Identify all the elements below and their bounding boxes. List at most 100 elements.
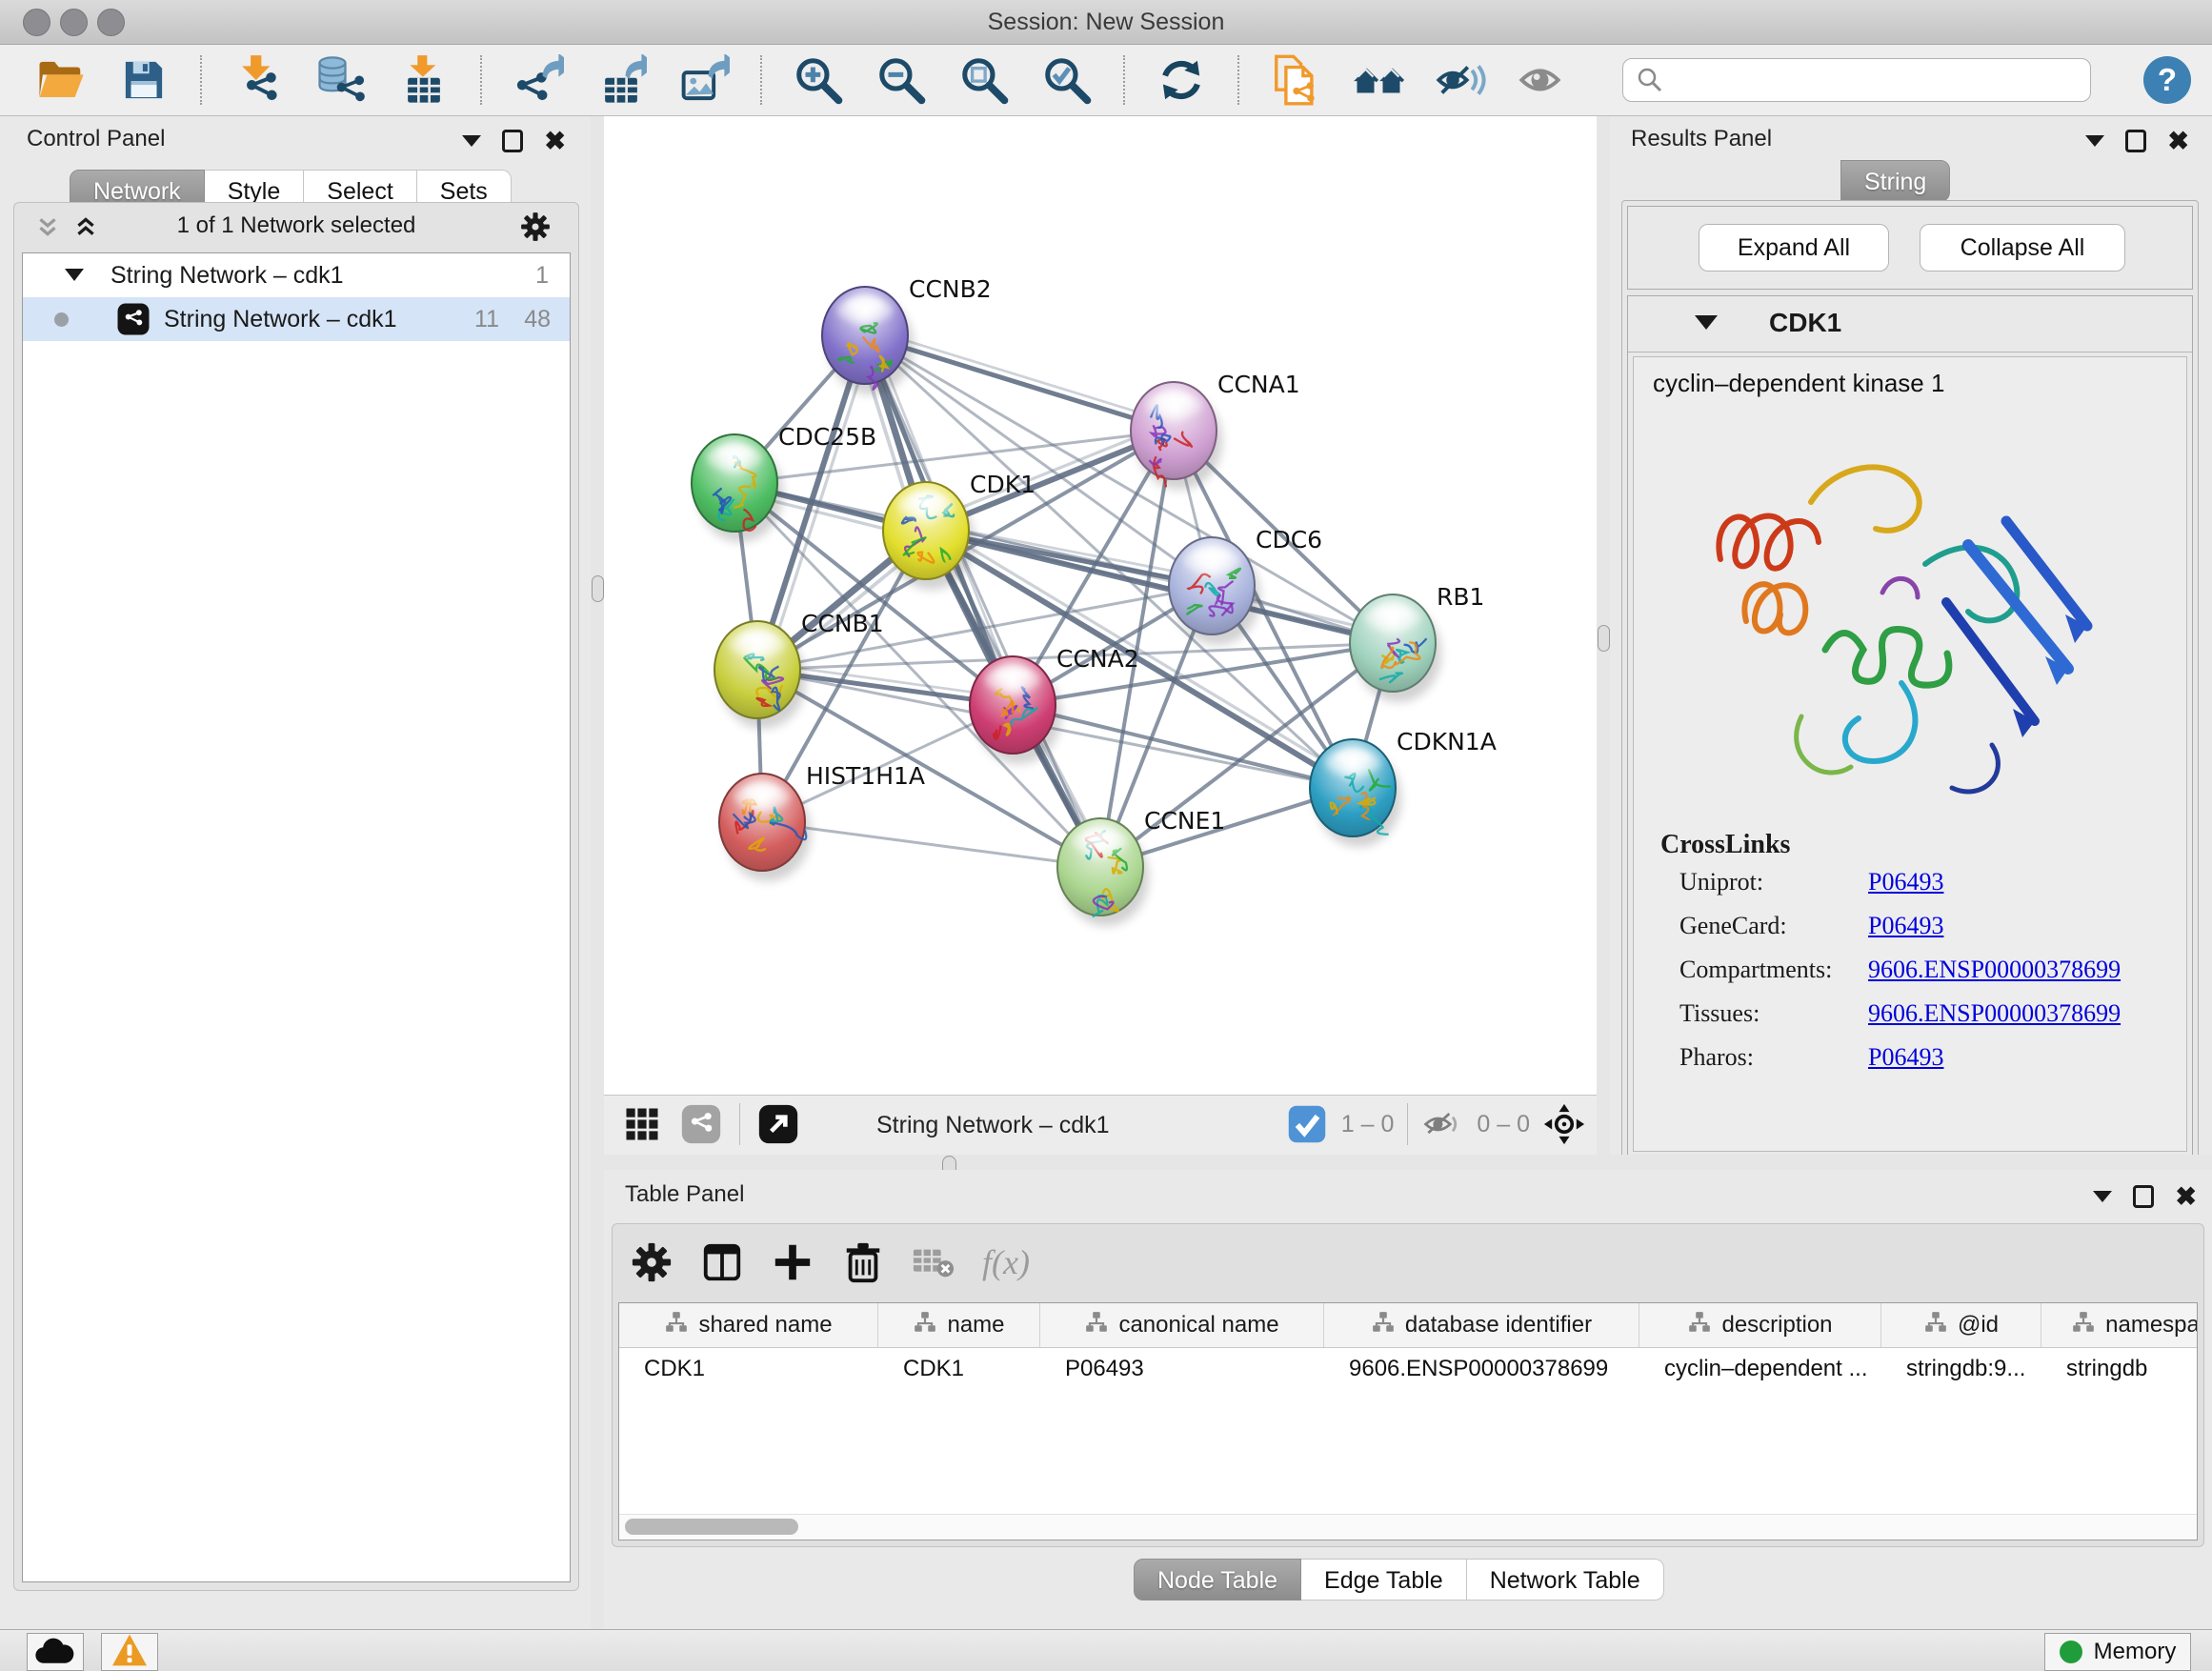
section-collapse-icon[interactable]	[1695, 315, 1718, 330]
show-columns-icon[interactable]	[700, 1240, 744, 1284]
crosslink-label: Uniprot:	[1679, 868, 1763, 896]
import-network-from-file-icon[interactable]	[231, 53, 285, 107]
column-header-@id[interactable]: @id	[1881, 1303, 2041, 1347]
expand-all-button[interactable]: Expand All	[1699, 224, 1889, 272]
selected-checkbox-icon[interactable]	[1286, 1103, 1328, 1145]
network-tree-item-row[interactable]: String Network – cdk1 11 48	[23, 297, 570, 341]
birdseye-view-icon[interactable]	[1543, 1103, 1585, 1145]
table-cell[interactable]: P06493	[1040, 1348, 1324, 1390]
import-network-from-database-icon[interactable]	[314, 53, 368, 107]
memory-button[interactable]: Memory	[2044, 1633, 2191, 1671]
protein-section-header[interactable]: CDK1	[1628, 296, 2192, 352]
zoom-in-icon[interactable]	[792, 53, 845, 107]
column-header-name[interactable]: name	[878, 1303, 1040, 1347]
network-node-CCNB1[interactable]: CCNB1	[714, 610, 884, 729]
export-network-icon[interactable]	[512, 53, 565, 107]
network-canvas[interactable]: CCNB2CCNA1CDC25BCDK1CDC6RB1CCNB1CCNA2CDK…	[604, 116, 1597, 1096]
export-image-icon[interactable]	[677, 53, 731, 107]
save-session-icon[interactable]	[117, 53, 171, 107]
tree-collapse-icon[interactable]	[65, 269, 84, 281]
search-input[interactable]	[1622, 58, 2091, 102]
table-cell[interactable]: stringdb:9...	[1881, 1348, 2041, 1390]
results-close-icon[interactable]: ✖	[2167, 131, 2189, 151]
left-splitter-handle[interactable]	[592, 575, 604, 602]
add-column-icon[interactable]	[771, 1240, 814, 1284]
results-menu-icon[interactable]	[2085, 135, 2104, 147]
network-node-CCNB2[interactable]: CCNB2	[822, 275, 992, 394]
network-node-HIST1H1A[interactable]: HIST1H1A	[719, 762, 925, 881]
crosslink-link[interactable]: 9606.ENSP00000378699	[1868, 999, 2121, 1028]
network-node-CDKN1A[interactable]: CDKN1A	[1310, 728, 1497, 847]
open-session-icon[interactable]	[34, 53, 88, 107]
string-enhance-icon[interactable]	[1435, 53, 1488, 107]
network-edge[interactable]	[762, 822, 1100, 867]
right-splitter-handle[interactable]	[1598, 625, 1610, 652]
table-hscrollbar[interactable]	[619, 1514, 2197, 1540]
detach-view-icon[interactable]	[757, 1103, 799, 1145]
export-table-icon[interactable]	[594, 53, 648, 107]
string-query-icon[interactable]	[1269, 53, 1322, 107]
table-row[interactable]: CDK1CDK1P064939606.ENSP00000378699cyclin…	[619, 1348, 2197, 1390]
network-node-CDC6[interactable]: CDC6	[1169, 526, 1322, 645]
column-header-database-identifier[interactable]: database identifier	[1324, 1303, 1639, 1347]
column-header-description[interactable]: description	[1639, 1303, 1881, 1347]
network-node-RB1[interactable]: RB1	[1350, 583, 1484, 702]
left-splitter[interactable]	[591, 116, 604, 1629]
table-settings-gear-icon[interactable]	[630, 1240, 674, 1284]
memory-label: Memory	[2094, 1639, 2177, 1665]
panel-float-icon[interactable]	[502, 130, 523, 152]
table-hscrollbar-thumb[interactable]	[625, 1519, 798, 1535]
grid-mode-icon[interactable]	[621, 1103, 663, 1145]
crosslink-link[interactable]: P06493	[1868, 1043, 1943, 1072]
right-splitter[interactable]	[1597, 116, 1610, 1170]
warnings-button[interactable]	[101, 1633, 158, 1671]
tab-network-table[interactable]: Network Table	[1467, 1559, 1664, 1601]
tab-node-table[interactable]: Node Table	[1134, 1559, 1301, 1601]
protein-section: CDK1 cyclin–dependent kinase 1 CrossLink…	[1627, 295, 2193, 1158]
table-tabs: Node TableEdge TableNetwork Table	[1134, 1559, 1664, 1601]
column-header-canonical-name[interactable]: canonical name	[1040, 1303, 1324, 1347]
column-header-namespac[interactable]: namespac	[2041, 1303, 2198, 1347]
import-table-from-file-icon[interactable]	[397, 53, 451, 107]
zoom-fit-content-icon[interactable]	[957, 53, 1011, 107]
function-builder-icon: f(x)	[982, 1242, 1030, 1282]
network-node-CCNE1[interactable]: CCNE1	[1057, 807, 1225, 926]
node-attribute-icon	[1371, 1310, 1396, 1341]
table-cell[interactable]: stringdb	[2041, 1348, 2198, 1390]
hidden-eye-slash-icon[interactable]	[1421, 1103, 1463, 1145]
column-header-shared-name[interactable]: shared name	[619, 1303, 878, 1347]
crosslink-link[interactable]: P06493	[1868, 912, 1943, 940]
network-selector-row: 1 of 1 Network selected	[14, 203, 578, 249]
network-node-CCNA2[interactable]: CCNA2	[970, 645, 1139, 764]
bottom-splitter[interactable]	[604, 1155, 2212, 1170]
crosslink-link[interactable]: P06493	[1868, 868, 1943, 896]
table-cell[interactable]: CDK1	[619, 1348, 878, 1390]
string-homology-icon[interactable]	[1352, 53, 1405, 107]
network-mode-icon[interactable]	[680, 1103, 722, 1145]
network-tree-root-row[interactable]: String Network – cdk1 1	[23, 253, 570, 297]
zoom-out-icon[interactable]	[875, 53, 928, 107]
results-float-icon[interactable]	[2125, 130, 2146, 152]
table-float-icon[interactable]	[2133, 1185, 2154, 1208]
network-selection-status: 1 of 1 Network selected	[14, 212, 578, 239]
table-cell[interactable]: 9606.ENSP00000378699	[1324, 1348, 1639, 1390]
help-button[interactable]: ?	[2143, 56, 2191, 104]
table-cell[interactable]: cyclin–dependent ...	[1639, 1348, 1881, 1390]
crosslink-link[interactable]: 9606.ENSP00000378699	[1868, 956, 2121, 984]
refresh-view-icon[interactable]	[1155, 53, 1208, 107]
table-close-icon[interactable]: ✖	[2175, 1187, 2197, 1206]
panel-menu-icon[interactable]	[462, 135, 481, 147]
table-cell[interactable]: CDK1	[878, 1348, 1040, 1390]
zoom-selected-icon[interactable]	[1040, 53, 1094, 107]
tab-string[interactable]: String	[1840, 160, 1950, 202]
network-options-gear-icon[interactable]	[519, 211, 552, 248]
panel-close-icon[interactable]: ✖	[544, 131, 566, 151]
table-menu-icon[interactable]	[2093, 1191, 2112, 1202]
status-bar: Memory	[0, 1629, 2212, 1671]
show-graphics-details-icon[interactable]	[1518, 53, 1571, 107]
tab-edge-table[interactable]: Edge Table	[1301, 1559, 1467, 1601]
cloud-status-button[interactable]	[27, 1633, 84, 1671]
node-table[interactable]: shared namenamecanonical namedatabase id…	[618, 1302, 2198, 1540]
delete-column-icon[interactable]	[841, 1240, 885, 1284]
collapse-all-button[interactable]: Collapse All	[1920, 224, 2125, 272]
